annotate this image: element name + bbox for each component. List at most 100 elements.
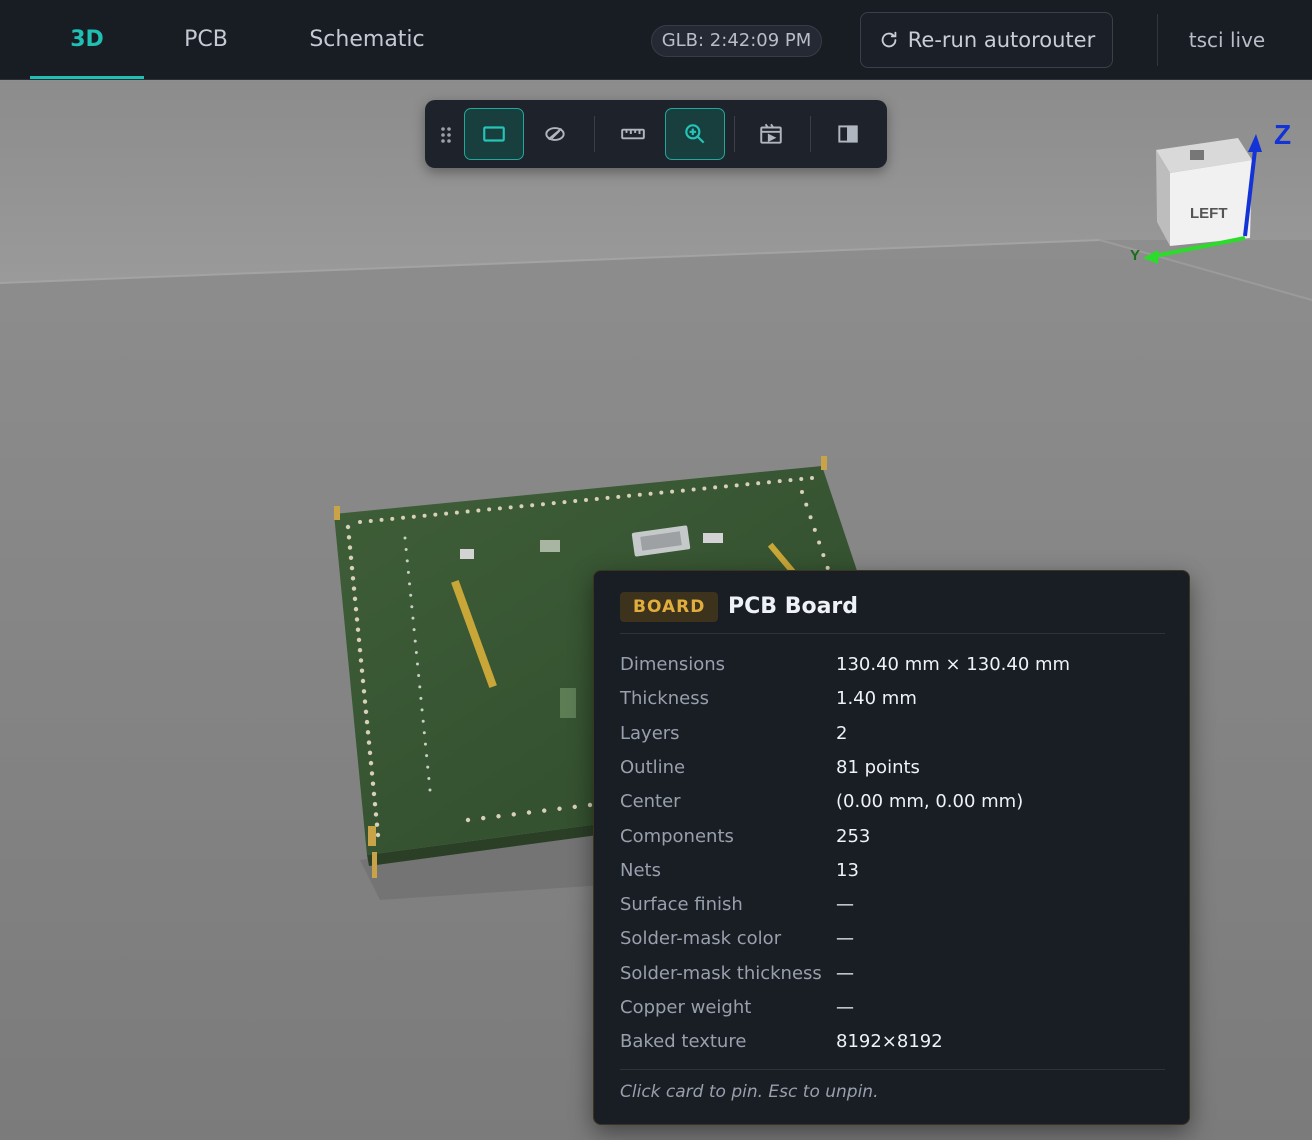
property-key: Outline bbox=[620, 756, 686, 778]
property-row: Layers 2 bbox=[620, 721, 1165, 747]
top-bar: 3D PCB Schematic GLB: 2:42:09 PM Re-run … bbox=[0, 0, 1312, 80]
property-value: — bbox=[836, 894, 854, 916]
pad bbox=[368, 518, 373, 523]
pad bbox=[637, 492, 642, 497]
tab-schematic[interactable]: Schematic bbox=[290, 0, 444, 80]
pad bbox=[587, 802, 593, 808]
pad bbox=[627, 493, 632, 498]
property-row: Copper weight — bbox=[620, 995, 1165, 1021]
pad bbox=[345, 524, 351, 530]
property-key: Layers bbox=[620, 722, 680, 744]
pad bbox=[356, 637, 362, 643]
pad bbox=[367, 750, 373, 756]
property-key: Surface finish bbox=[620, 894, 743, 916]
card-title: PCB Board bbox=[728, 594, 859, 619]
rerun-autorouter-label: Re-run autorouter bbox=[907, 28, 1096, 52]
pad bbox=[427, 777, 431, 781]
box-view-icon bbox=[483, 126, 505, 142]
pad bbox=[444, 511, 449, 516]
split-panel-button[interactable] bbox=[818, 108, 878, 160]
pad bbox=[420, 708, 424, 712]
pad bbox=[372, 802, 378, 807]
pad bbox=[411, 514, 416, 519]
property-value: 1.40 mm bbox=[836, 688, 917, 710]
pad bbox=[756, 481, 761, 486]
pad bbox=[810, 476, 814, 480]
glb-timestamp-badge: GLB: 2:42:09 PM bbox=[651, 25, 822, 57]
toolbar-divider bbox=[594, 116, 595, 152]
pad bbox=[390, 516, 395, 521]
pad bbox=[808, 515, 813, 520]
pad bbox=[358, 658, 364, 663]
refresh-icon bbox=[881, 31, 897, 48]
pad bbox=[691, 487, 696, 492]
pad bbox=[369, 771, 375, 776]
tab-pcb[interactable]: PCB bbox=[160, 0, 252, 80]
drag-handle-icon[interactable] bbox=[439, 126, 453, 144]
pad bbox=[379, 517, 384, 522]
pad bbox=[412, 628, 416, 632]
property-key: Thickness bbox=[620, 688, 709, 710]
pad bbox=[347, 545, 353, 550]
pad bbox=[357, 648, 363, 653]
rerun-autorouter-button[interactable]: Re-run autorouter bbox=[860, 12, 1113, 68]
pad bbox=[680, 488, 685, 493]
property-row: Baked texture 8192×8192 bbox=[620, 1029, 1165, 1055]
property-value: 81 points bbox=[836, 756, 920, 778]
pad bbox=[812, 527, 817, 532]
pad bbox=[408, 582, 412, 586]
pad bbox=[419, 696, 423, 700]
property-row: Solder-mask thickness — bbox=[620, 961, 1165, 987]
split-panel-icon bbox=[838, 125, 858, 143]
pad bbox=[804, 502, 809, 507]
gizmo-face-label: LEFT bbox=[1190, 205, 1228, 222]
property-row: Solder-mask color — bbox=[620, 926, 1165, 952]
pad bbox=[573, 499, 578, 504]
pad bbox=[418, 685, 422, 689]
property-value: 13 bbox=[836, 859, 859, 881]
pad bbox=[562, 500, 567, 505]
pad bbox=[433, 512, 438, 517]
property-value: — bbox=[836, 962, 854, 984]
pad bbox=[428, 788, 432, 792]
pad bbox=[359, 668, 365, 673]
active-tab-indicator bbox=[30, 76, 144, 79]
viewer-toolbar bbox=[425, 100, 887, 168]
tab-3d[interactable]: 3D bbox=[30, 0, 144, 80]
pad bbox=[365, 730, 371, 735]
pad bbox=[745, 482, 750, 487]
measure-button[interactable] bbox=[603, 108, 663, 160]
board-type-badge: BOARD bbox=[620, 592, 719, 622]
pad bbox=[648, 491, 653, 496]
property-value: 2 bbox=[836, 722, 848, 744]
pad bbox=[350, 576, 356, 581]
pad bbox=[734, 483, 739, 488]
pad bbox=[409, 593, 413, 597]
hide-surface-button[interactable] bbox=[525, 108, 585, 160]
property-value: — bbox=[836, 997, 854, 1018]
property-value: 8192×8192 bbox=[836, 1031, 943, 1053]
pad bbox=[465, 509, 470, 514]
property-row: Surface finish — bbox=[620, 892, 1165, 918]
pad bbox=[363, 709, 369, 714]
card-divider bbox=[620, 1069, 1165, 1070]
property-value: 130.40 mm × 130.40 mm bbox=[836, 654, 1071, 675]
pad bbox=[375, 832, 381, 838]
pad bbox=[788, 478, 793, 483]
tsci-live-indicator[interactable]: tsci live bbox=[1172, 0, 1282, 80]
pad bbox=[355, 627, 361, 632]
pad bbox=[670, 489, 675, 494]
pad bbox=[403, 536, 407, 540]
box-view-button[interactable] bbox=[464, 108, 524, 160]
standoff bbox=[368, 826, 376, 846]
card-divider bbox=[620, 633, 1165, 634]
pad bbox=[821, 553, 826, 558]
pad bbox=[454, 510, 459, 515]
board-info-card[interactable]: BOARD PCB Board Dimensions 130.40 mm × 13… bbox=[593, 570, 1190, 1125]
zoom-inspect-button[interactable] bbox=[665, 108, 725, 160]
pad bbox=[414, 651, 418, 655]
pad bbox=[421, 719, 425, 723]
pad bbox=[360, 678, 366, 684]
pad bbox=[659, 490, 664, 495]
animation-button[interactable] bbox=[741, 108, 801, 160]
